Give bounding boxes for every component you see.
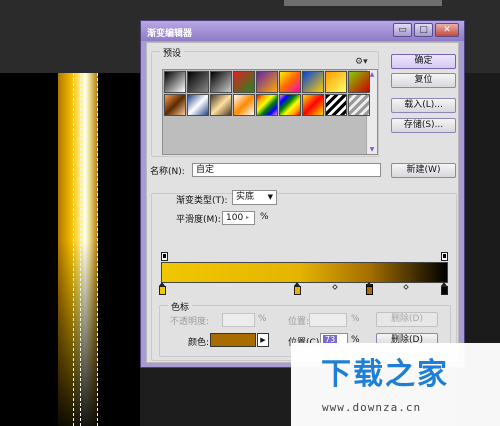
color-stop-2[interactable]	[294, 282, 301, 295]
gradient-type-select[interactable]: 实底 ▼	[232, 190, 277, 205]
preset-swatch[interactable]	[164, 71, 186, 93]
opacity-location-unit: %	[351, 314, 360, 324]
opacity-label: 不透明度:	[170, 317, 210, 327]
preset-swatch[interactable]	[233, 94, 255, 116]
color-menu-arrow-icon[interactable]: ▶	[257, 333, 269, 347]
presets-group: 预设 ⚙▾ ▲ ▼	[151, 46, 379, 157]
smoothness-stepper-icon[interactable]: ▸	[242, 212, 253, 224]
preset-swatch[interactable]	[325, 71, 347, 93]
color-stop-end[interactable]	[441, 282, 448, 295]
smoothness-label: 平滑度(M):	[176, 215, 221, 225]
reset-button[interactable]: 复位	[391, 73, 456, 88]
new-button[interactable]: 新建(W)	[391, 163, 456, 178]
ok-button[interactable]: 确定	[391, 54, 456, 69]
name-field[interactable]: 自定	[192, 163, 381, 177]
selection-marquee-right	[97, 73, 98, 426]
app-menu-strip	[284, 0, 442, 6]
gradient-type-value: 实底	[236, 192, 255, 202]
selection-marquee-inner	[80, 73, 81, 426]
load-button[interactable]: 载入(L)...	[391, 98, 456, 113]
opacity-field[interactable]	[222, 313, 255, 327]
selection-marquee-left	[73, 73, 74, 426]
canvas-gradient-fade	[58, 240, 98, 426]
opacity-unit: %	[258, 314, 267, 324]
save-button[interactable]: 存储(S)...	[391, 118, 456, 133]
preset-swatch[interactable]	[348, 71, 370, 93]
color-label: 颜色:	[188, 338, 210, 348]
preset-swatch[interactable]	[233, 71, 255, 93]
preset-swatch[interactable]	[279, 94, 301, 116]
smoothness-field[interactable]: 100 ▸	[222, 211, 255, 225]
minimize-button[interactable]: ▭	[393, 23, 412, 37]
watermark: 下载之家 www.downza.cn	[291, 343, 500, 426]
name-label: 名称(N):	[150, 167, 185, 177]
preset-swatch[interactable]	[210, 71, 232, 93]
preset-swatch[interactable]	[302, 94, 324, 116]
gradient-preview-bar[interactable]	[161, 262, 448, 283]
preset-swatch[interactable]	[187, 71, 209, 93]
watermark-url: www.downza.cn	[322, 401, 422, 414]
opacity-location-label: 位置:	[288, 317, 310, 327]
opacity-stop-left[interactable]	[161, 252, 168, 261]
delete-opacity-button[interactable]: 删除(D)	[376, 312, 438, 327]
preset-swatch[interactable]	[256, 94, 278, 116]
presets-list[interactable]: ▲ ▼	[162, 69, 378, 155]
smoothness-value: 100	[226, 213, 244, 223]
preset-swatch[interactable]	[187, 94, 209, 116]
gradient-editor-dialog: 渐变编辑器 ▭ □ ✕ 预设 ⚙▾ ▲ ▼ 确定 复位 载入(L)... 存储(…	[140, 20, 465, 368]
gear-icon[interactable]: ⚙▾	[355, 57, 368, 67]
color-stop-selected[interactable]	[366, 282, 373, 295]
preset-swatch[interactable]	[256, 71, 278, 93]
color-stop-1[interactable]	[159, 282, 166, 295]
dialog-title: 渐变编辑器	[147, 29, 193, 39]
color-stops-legend: 色标	[168, 300, 193, 313]
close-button[interactable]: ✕	[435, 23, 459, 37]
smoothness-unit: %	[260, 212, 269, 222]
opacity-stop-right[interactable]	[441, 252, 448, 261]
dialog-content: 预设 ⚙▾ ▲ ▼ 确定 复位 载入(L)... 存储(S)... 名称(N):…	[146, 42, 459, 363]
preset-swatch[interactable]	[279, 71, 301, 93]
preset-swatch[interactable]	[325, 94, 347, 116]
dropdown-arrow-icon: ▼	[267, 193, 273, 201]
maximize-button[interactable]: □	[414, 23, 433, 37]
preset-swatch[interactable]	[348, 94, 370, 116]
preset-swatch[interactable]	[302, 71, 324, 93]
presets-legend: 预设	[160, 46, 185, 59]
watermark-logo: 下载之家	[321, 357, 449, 392]
preset-swatch[interactable]	[210, 94, 232, 116]
scroll-down-icon[interactable]: ▼	[368, 146, 376, 153]
opacity-location-field[interactable]	[309, 313, 347, 327]
dialog-titlebar[interactable]: 渐变编辑器 ▭ □ ✕	[141, 21, 464, 41]
color-swatch[interactable]	[210, 333, 256, 347]
gradient-type-label: 渐变类型(T):	[176, 196, 228, 206]
preset-swatch[interactable]	[164, 94, 186, 116]
